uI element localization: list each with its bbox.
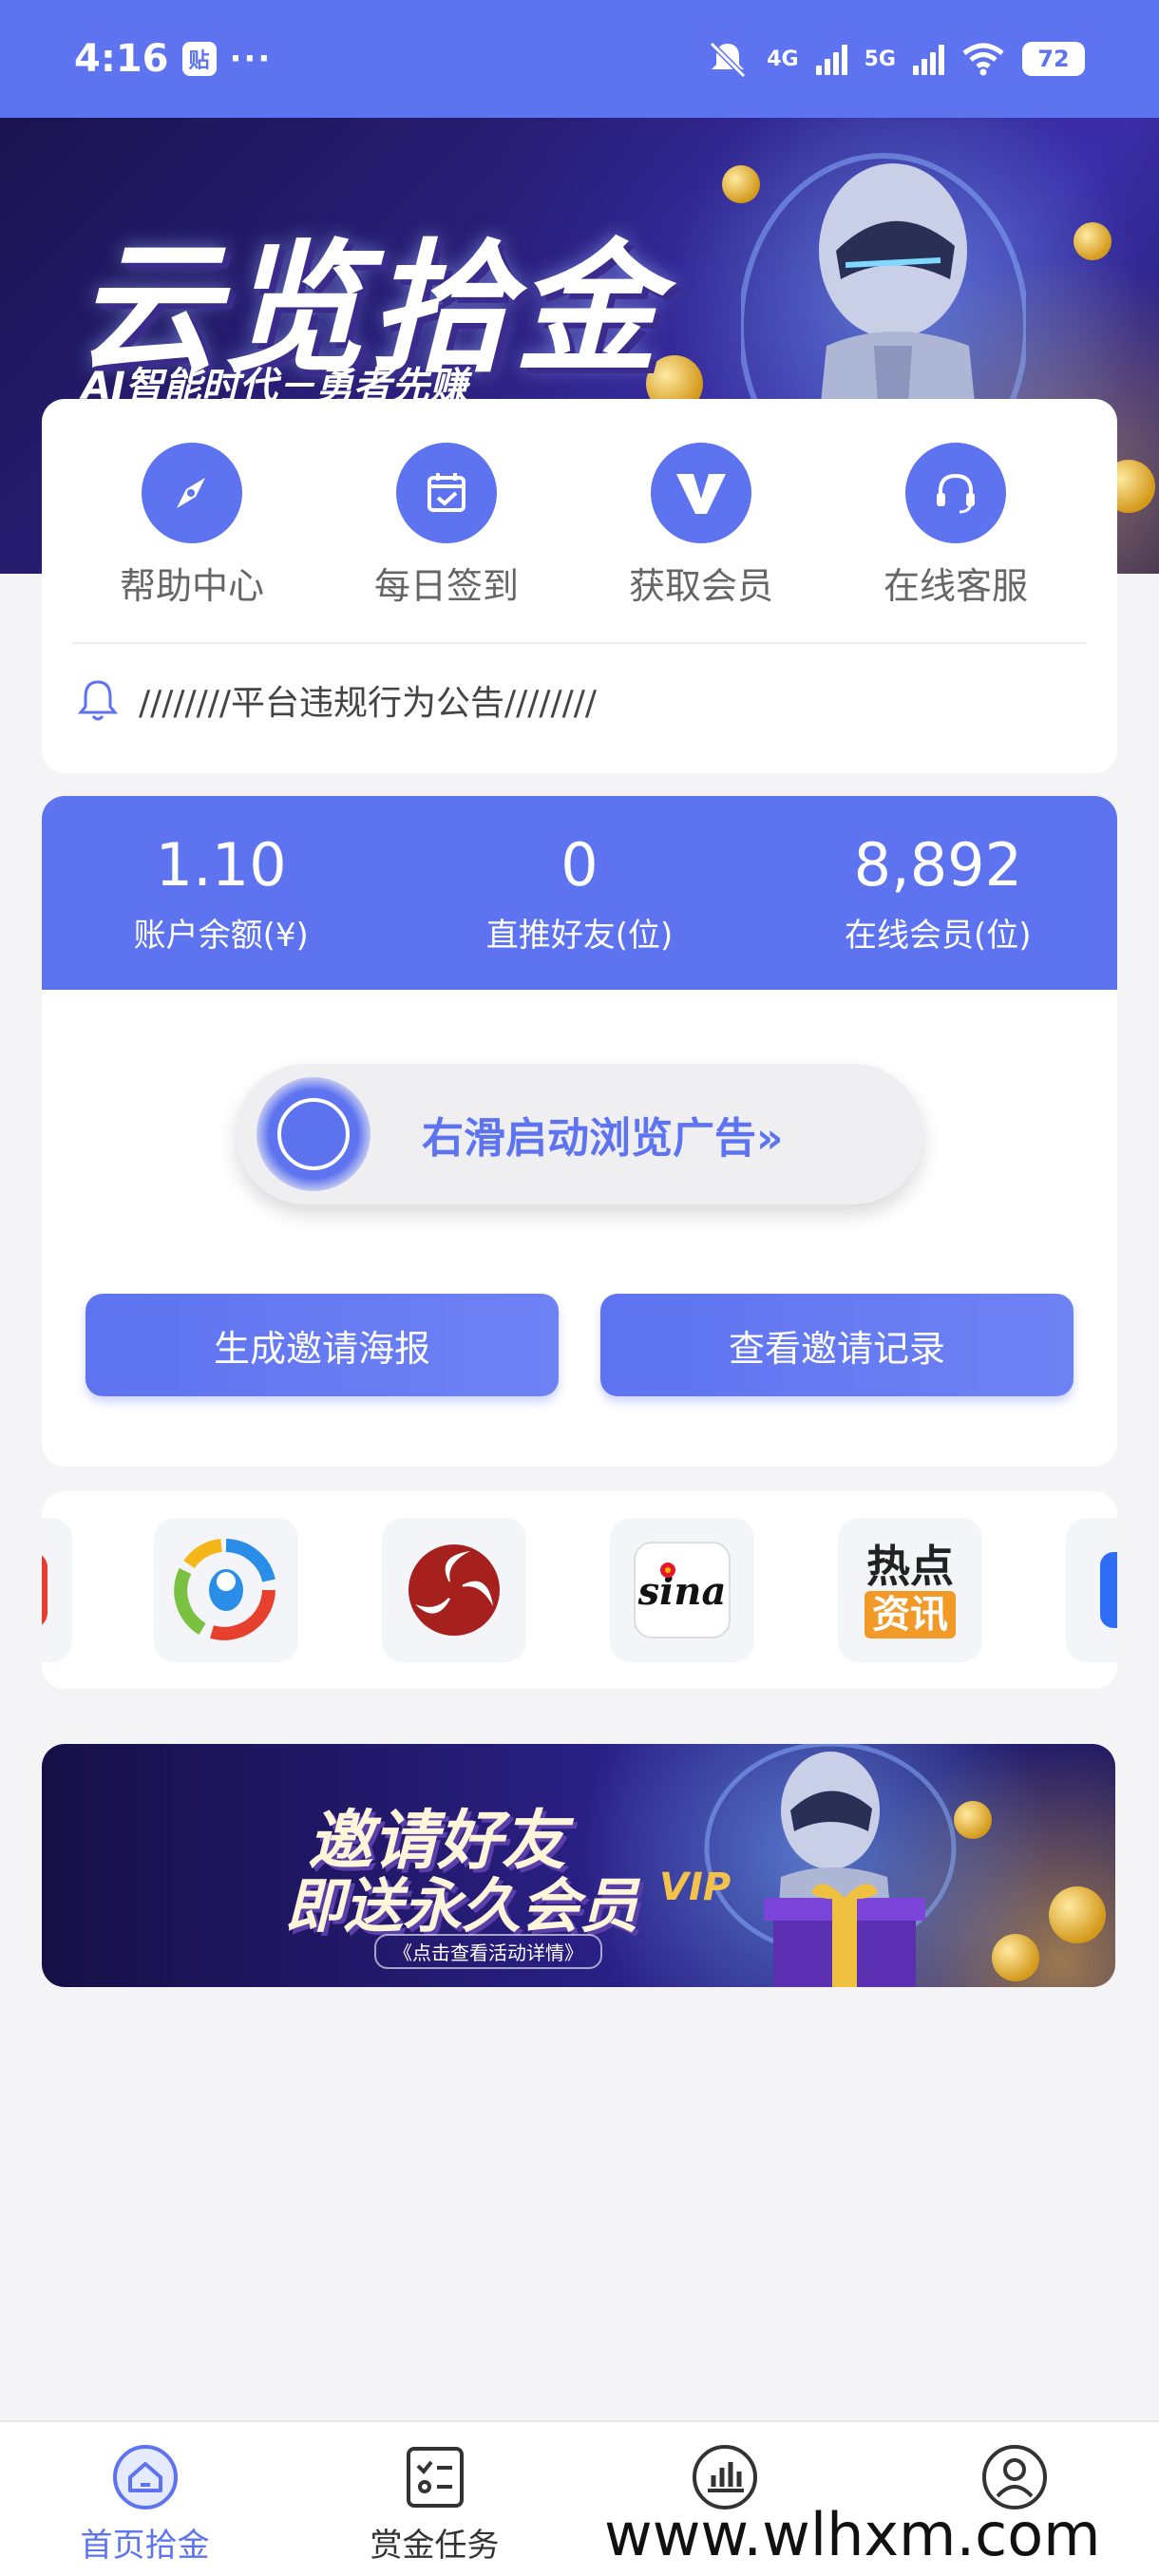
coin-decoration — [1074, 222, 1112, 260]
menu-item-customer-service[interactable]: 在线客服 — [828, 443, 1083, 609]
status-time: 4:16 — [74, 37, 169, 81]
network-5g-label: 5G — [864, 47, 896, 71]
watermark-text: www.wlhxm.com — [604, 2500, 1101, 2569]
network-4g-label: 4G — [767, 47, 799, 71]
invite-banner-title-2: 即送永久会员 — [285, 1871, 639, 1941]
more-notifications-icon: ··· — [229, 40, 273, 78]
account-stats-card: 1.10 账户余额(¥) 0 直推好友(位) 8,892 在线会员(位) 右滑启… — [42, 796, 1117, 1467]
menu-item-label: 获取会员 — [628, 565, 773, 607]
mute-icon — [710, 41, 747, 78]
tencent-news-icon — [174, 1539, 276, 1640]
invite-friends-banner[interactable]: VIP 邀请好友 即送永久会员 《点击查看活动详情》 — [42, 1744, 1115, 1987]
news-tile-hot-news[interactable]: 热点 资讯 — [838, 1518, 982, 1662]
home-icon — [112, 2445, 178, 2510]
news-tile-sina[interactable]: sina — [610, 1518, 754, 1662]
divider — [72, 642, 1087, 644]
menu-item-label: 每日签到 — [373, 565, 519, 607]
announcement-text: ////////平台违规行为公告//////// — [139, 684, 598, 723]
signal-icon — [815, 43, 847, 75]
status-right: 4G 5G 72 — [706, 40, 1085, 78]
stat-direct-friends: 0 直推好友(位) — [400, 796, 758, 990]
signal-icon — [913, 43, 944, 75]
status-bar: 4:16 贴 ··· 4G 5G 72 — [0, 0, 1159, 118]
news-tile-partial[interactable] — [1066, 1518, 1117, 1662]
menu-item-get-vip[interactable]: 获取会员 — [574, 443, 828, 609]
calendar-check-icon — [396, 443, 497, 543]
svg-text:sina: sina — [637, 1569, 727, 1614]
status-left: 4:16 贴 ··· — [74, 37, 272, 81]
ifeng-icon — [408, 1544, 500, 1636]
quick-menu-card: 帮助中心 每日签到 获取会员 在线客服 ////////平台违规行为公告////… — [42, 399, 1117, 773]
coin-decoration — [992, 1934, 1039, 1981]
announcement-bar[interactable]: ////////平台违规行为公告//////// — [72, 674, 597, 726]
vip-icon — [651, 443, 751, 543]
stat-online-members: 8,892 在线会员(位) — [759, 796, 1117, 990]
compass-icon — [142, 443, 242, 543]
task-list-icon — [406, 2447, 464, 2508]
tab-home[interactable]: 首页拾金 — [0, 2422, 290, 2576]
menu-item-label: 帮助中心 — [119, 565, 264, 607]
generate-poster-button[interactable]: 生成邀请海报 — [86, 1294, 559, 1396]
headset-icon — [905, 443, 1006, 543]
news-tile-ifeng[interactable] — [382, 1518, 526, 1662]
stats-band: 1.10 账户余额(¥) 0 直推好友(位) 8,892 在线会员(位) — [42, 796, 1117, 990]
bell-icon — [77, 680, 119, 721]
news-apps-carousel[interactable]: sina 热点 资讯 — [42, 1491, 1117, 1689]
tab-bounty-tasks[interactable]: 赏金任务 — [290, 2422, 580, 2576]
news-tile-partial[interactable] — [42, 1518, 72, 1662]
stat-label: 直推好友(位) — [485, 917, 674, 955]
gift-box-icon — [764, 1884, 925, 1987]
news-tile-tencent[interactable] — [154, 1518, 298, 1662]
hot-news-line2: 资讯 — [864, 1591, 956, 1638]
hot-news-line1: 热点 — [866, 1541, 954, 1592]
menu-item-daily-checkin[interactable]: 每日签到 — [319, 443, 574, 609]
menu-item-help-center[interactable]: 帮助中心 — [65, 443, 319, 609]
quick-menu-row: 帮助中心 每日签到 获取会员 在线客服 — [42, 443, 1117, 609]
coin-decoration — [954, 1801, 992, 1839]
stat-balance: 1.10 账户余额(¥) — [42, 796, 400, 990]
stat-value: 1.10 — [155, 830, 287, 900]
vip-badge: VIP — [659, 1866, 732, 1909]
stat-label: 账户余额(¥) — [133, 917, 309, 955]
sina-icon: sina — [634, 1542, 731, 1638]
view-invite-records-button[interactable]: 查看邀请记录 — [600, 1294, 1074, 1396]
menu-item-label: 在线客服 — [883, 565, 1028, 607]
battery-icon: 72 — [1022, 42, 1085, 76]
invite-banner-subtitle: 《点击查看活动详情》 — [374, 1934, 602, 1969]
slider-knob-ring — [277, 1098, 350, 1170]
red-app-icon — [42, 1555, 48, 1625]
swipe-to-start-slider[interactable]: 右滑启动浏览广告» — [236, 1064, 923, 1204]
stat-value: 0 — [560, 830, 598, 900]
slider-label: 右滑启动浏览广告» — [422, 1114, 784, 1163]
stat-value: 8,892 — [853, 830, 1023, 900]
stat-label: 在线会员(位) — [845, 917, 1032, 955]
slider-knob[interactable] — [256, 1077, 370, 1191]
blue-app-icon — [1100, 1552, 1117, 1628]
app-badge-icon: 贴 — [181, 42, 217, 76]
wifi-icon — [962, 43, 1004, 76]
tab-label: 首页拾金 — [80, 2527, 210, 2565]
tab-label: 赏金任务 — [370, 2527, 500, 2565]
coin-decoration — [1049, 1886, 1106, 1943]
